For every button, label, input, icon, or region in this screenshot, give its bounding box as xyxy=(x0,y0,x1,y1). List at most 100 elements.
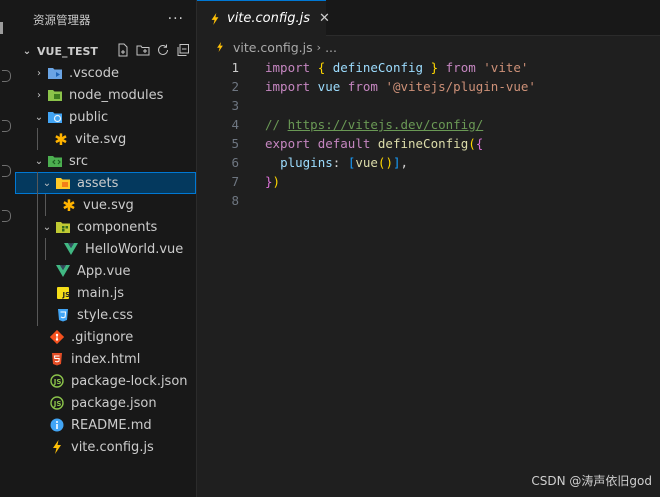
code-token: ( xyxy=(468,136,476,151)
tree-item-vscode[interactable]: › .vscode xyxy=(15,62,196,84)
workspace-root-label: VUE_TEST xyxy=(37,44,98,58)
code-token: default xyxy=(317,136,371,151)
tree-item-label: public xyxy=(69,109,109,125)
tree-item-label: .gitignore xyxy=(71,329,134,345)
new-folder-icon[interactable] xyxy=(136,43,150,57)
code-token: plugins xyxy=(280,155,333,170)
chevron-right-icon: › xyxy=(37,67,41,79)
tree-item-readme-md[interactable]: README.md xyxy=(15,414,196,436)
code-line: 5 export default defineConfig({ xyxy=(197,134,660,153)
code-token: defineConfig xyxy=(377,136,469,151)
tree-item-src[interactable]: ⌄ src xyxy=(15,150,196,172)
code-line: 4 // https://vitejs.dev/config/ xyxy=(197,115,660,134)
tree-item-components[interactable]: ⌄ components xyxy=(15,216,196,238)
tree-item-public[interactable]: ⌄ public xyxy=(15,106,196,128)
tree-item-main-js[interactable]: JS main.js xyxy=(15,282,196,304)
tree-item-index-html[interactable]: index.html xyxy=(15,348,196,370)
indent-guide xyxy=(37,172,38,194)
vscode-folder-icon xyxy=(47,65,63,81)
code-token: { xyxy=(475,136,484,151)
line-number: 5 xyxy=(231,136,239,151)
debug-activity-icon[interactable] xyxy=(2,165,11,177)
code-token: from xyxy=(347,79,378,94)
indent-guide xyxy=(37,282,38,304)
code-token: } xyxy=(430,60,439,75)
svg-text:JS: JS xyxy=(53,378,62,386)
workspace-root[interactable]: ⌄ VUE_TEST xyxy=(15,40,196,62)
svg-file-icon: ✱ xyxy=(62,195,76,215)
vue-file-icon xyxy=(63,241,79,257)
line-number: 2 xyxy=(231,79,239,94)
code-line: 2 import vue from '@vitejs/plugin-vue' xyxy=(197,77,660,96)
extensions-activity-icon[interactable] xyxy=(2,210,11,222)
vite-file-icon xyxy=(49,439,65,455)
tree-item-node-modules[interactable]: › node_modules xyxy=(15,84,196,106)
tree-item-label: HelloWorld.vue xyxy=(85,241,184,257)
json-file-icon: JS xyxy=(49,395,65,411)
tree-item-label: vite.svg xyxy=(75,131,127,147)
tree-item-vue-svg[interactable]: ✱ vue.svg xyxy=(15,194,196,216)
info-file-icon xyxy=(49,417,65,433)
close-icon[interactable]: ✕ xyxy=(319,11,330,26)
breadcrumb-separator: › xyxy=(316,40,322,54)
refresh-icon[interactable] xyxy=(156,43,170,57)
code-line: 1 import { defineConfig } from 'vite' xyxy=(197,58,660,77)
src-folder-icon xyxy=(47,153,63,169)
indent-guide xyxy=(37,304,38,326)
explorer-sidebar: 资源管理器 ··· ⌄ VUE_TEST › .vscode › node_mo… xyxy=(15,0,197,497)
code-line: 3 xyxy=(197,96,660,115)
code-token: () xyxy=(377,155,393,170)
tree-item-label: src xyxy=(69,153,88,169)
source-control-activity-icon[interactable] xyxy=(2,120,11,132)
tree-item-helloworld-vue[interactable]: HelloWorld.vue xyxy=(15,238,196,260)
explorer-title: 资源管理器 xyxy=(33,13,91,27)
vue-file-icon xyxy=(55,263,71,279)
tree-item-gitignore[interactable]: .gitignore xyxy=(15,326,196,348)
tree-item-assets[interactable]: ⌄ assets xyxy=(15,172,196,194)
tree-item-label: main.js xyxy=(77,285,124,301)
tree-item-vite-config-js[interactable]: vite.config.js xyxy=(15,436,196,458)
tab-label: vite.config.js xyxy=(227,11,311,26)
watermark: CSDN @涛声依旧god xyxy=(531,474,652,488)
active-view-indicator xyxy=(0,22,3,34)
tree-item-label: assets xyxy=(77,175,119,191)
activity-bar xyxy=(0,0,16,497)
tree-item-vite-svg[interactable]: ✱ vite.svg xyxy=(15,128,196,150)
chevron-down-icon: ⌄ xyxy=(34,111,44,123)
code-token: '@vitejs/plugin-vue' xyxy=(385,79,536,94)
code-line: 7 }) xyxy=(197,172,660,191)
code-token: 'vite' xyxy=(483,60,529,75)
line-number: 1 xyxy=(231,60,239,75)
tree-item-label: App.vue xyxy=(77,263,131,279)
indent-guide xyxy=(45,194,46,216)
code-editor[interactable]: 1 import { defineConfig } from 'vite' 2 … xyxy=(197,58,660,210)
breadcrumb-more[interactable]: ... xyxy=(325,40,337,55)
line-number: 4 xyxy=(231,117,239,132)
new-file-icon[interactable] xyxy=(116,43,130,57)
comment-link[interactable]: https://vitejs.dev/config/ xyxy=(288,117,484,132)
code-token: import xyxy=(265,79,311,94)
tree-item-package-lock-json[interactable]: JS package-lock.json xyxy=(15,370,196,392)
tab-vite-config[interactable]: vite.config.js ✕ xyxy=(197,0,330,36)
breadcrumb-file[interactable]: vite.config.js xyxy=(233,40,313,55)
line-number: 7 xyxy=(231,174,239,189)
editor-area: vite.config.js ✕ vite.config.js › ... 1 … xyxy=(197,0,660,497)
git-file-icon xyxy=(49,329,65,345)
code-token: : xyxy=(332,155,348,170)
tree-item-style-css[interactable]: style.css xyxy=(15,304,196,326)
svg-text:JS: JS xyxy=(62,291,71,299)
indent-guide xyxy=(37,128,38,150)
collapse-all-icon[interactable] xyxy=(176,43,190,57)
line-number: 8 xyxy=(231,193,239,208)
svg-file-icon: ✱ xyxy=(54,129,68,149)
tree-item-label: .vscode xyxy=(69,65,119,81)
search-activity-icon[interactable] xyxy=(2,70,11,82)
tree-item-app-vue[interactable]: App.vue xyxy=(15,260,196,282)
tree-item-label: package.json xyxy=(71,395,157,411)
vite-file-icon xyxy=(215,41,225,53)
tab-bar: vite.config.js ✕ xyxy=(197,0,660,36)
more-actions-icon[interactable]: ··· xyxy=(168,11,184,27)
tree-item-package-json[interactable]: JS package.json xyxy=(15,392,196,414)
code-token: , xyxy=(400,155,409,170)
tree-item-label: components xyxy=(77,219,158,235)
